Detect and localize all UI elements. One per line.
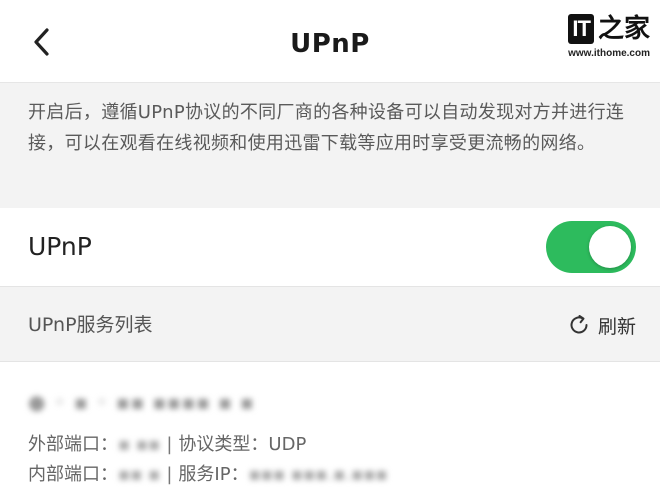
toggle-knob <box>589 226 631 268</box>
refresh-button[interactable]: 刷新 <box>566 287 636 363</box>
logo-home: 之家 <box>597 14 650 44</box>
description-text: 开启后，遵循UPnP协议的不同厂商的各种设备可以自动发现对方并进行连接，可以在观… <box>28 102 625 154</box>
external-port-value: ▪ ▪▪ <box>118 434 161 455</box>
upnp-toggle-label: UPnP <box>28 232 92 261</box>
separator: | <box>166 434 173 455</box>
internal-port-value: ▪▪ ▪ <box>118 464 161 485</box>
protocol-value: UDP <box>268 434 307 455</box>
upnp-toggle-row: UPnP <box>0 208 660 286</box>
ithome-watermark: IT 之家 www.ithome.com <box>550 12 650 64</box>
service-name: ● ◦ ▪ ◦ ▪▪ ▪▪▪▪ ▪ ▪ <box>28 390 255 414</box>
protocol-label: 协议类型： <box>178 434 269 455</box>
service-detail-line-1: 外部端口：▪ ▪▪ | 协议类型：UDP <box>28 430 306 456</box>
service-list-header: UPnP服务列表 刷新 <box>0 286 660 362</box>
separator: | <box>166 464 173 485</box>
service-ip-value: ▪▪▪ ▪▪▪.▪.▪▪▪ <box>248 464 388 485</box>
service-ip-label: 服务IP： <box>178 464 249 485</box>
ithome-logo: IT 之家 <box>550 12 650 46</box>
service-detail-line-2: 内部端口：▪▪ ▪ | 服务IP：▪▪▪ ▪▪▪.▪.▪▪▪ <box>28 460 388 486</box>
external-port-label: 外部端口： <box>28 434 118 455</box>
logo-it: IT <box>568 14 594 44</box>
service-list-item: ● ◦ ▪ ◦ ▪▪ ▪▪▪▪ ▪ ▪ 外部端口：▪ ▪▪ | 协议类型：UDP 内… <box>0 362 660 502</box>
internal-port-label: 内部端口： <box>28 464 118 485</box>
refresh-label: 刷新 <box>597 315 636 338</box>
description-panel: 开启后，遵循UPnP协议的不同厂商的各种设备可以自动发现对方并进行连接，可以在观… <box>0 82 660 208</box>
watermark-url: www.ithome.com <box>568 48 650 59</box>
service-list-title: UPnP服务列表 <box>28 314 153 336</box>
upnp-toggle-switch[interactable] <box>546 221 636 273</box>
top-bar: UPnP IT 之家 www.ithome.com <box>0 0 660 82</box>
refresh-icon <box>566 312 592 338</box>
